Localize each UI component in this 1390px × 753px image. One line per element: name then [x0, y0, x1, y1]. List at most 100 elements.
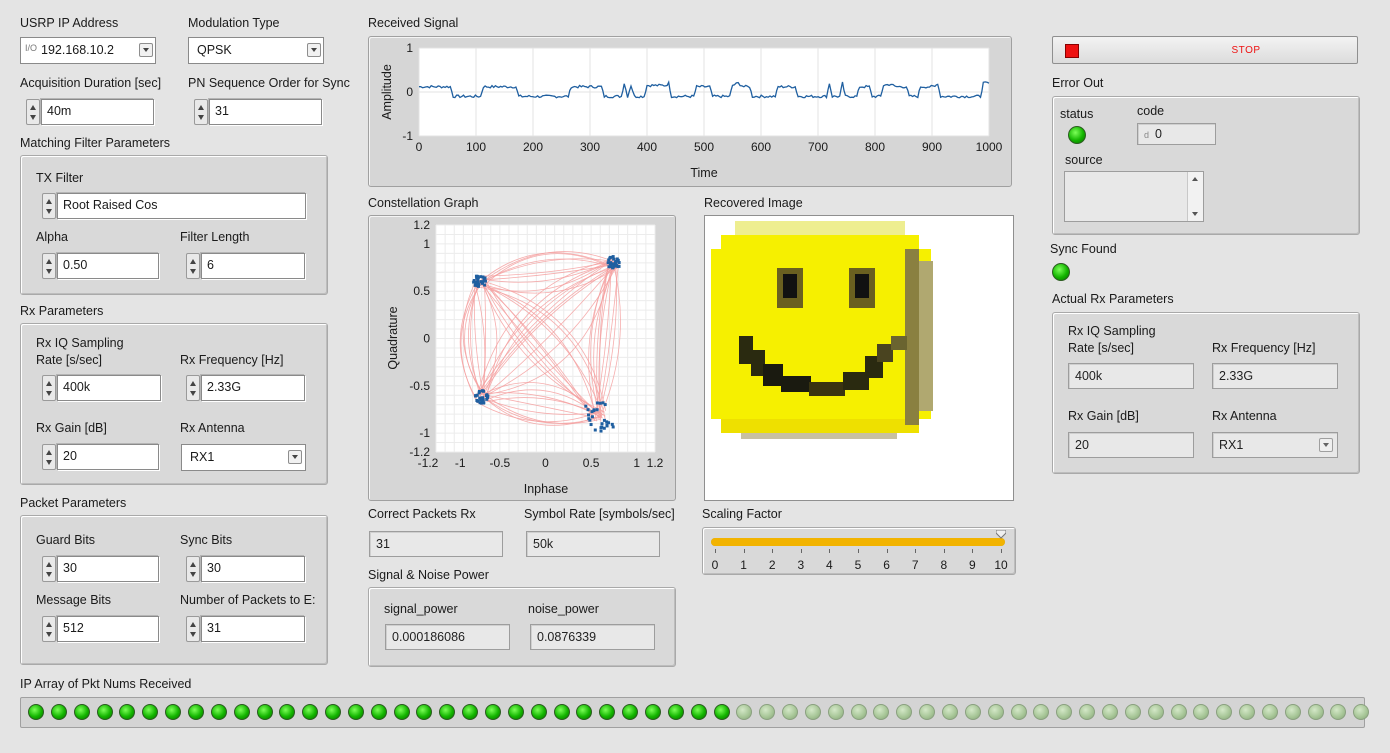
pkt-led [1010, 704, 1027, 720]
filter-length-input[interactable]: 6 [201, 253, 305, 279]
symbol-point [608, 262, 612, 266]
slider-tick-mark [743, 549, 745, 553]
y-axis-label: Quadrature [386, 306, 400, 369]
actual-rate-indicator: 400k [1068, 363, 1194, 389]
x-axis-label: Inphase [524, 482, 569, 496]
num-packets-input[interactable]: 31 [201, 616, 305, 642]
sync-bits-input[interactable]: 30 [201, 556, 305, 582]
slider-tick-label: 3 [797, 558, 805, 572]
message-bits-input[interactable]: 512 [57, 616, 159, 642]
acq-duration-input[interactable]: 40m [41, 99, 154, 125]
slider-tick-mark [943, 549, 945, 553]
chevron-down-icon[interactable] [307, 43, 321, 57]
pkt-led [1239, 704, 1256, 720]
scaling-factor-slider[interactable]: 0 1 2 3 4 5 6 7 8 9 10 [702, 527, 1016, 575]
actual-rate-label-2: Rate [s/sec] [1068, 341, 1134, 355]
num-packets-control[interactable]: 31 [186, 616, 306, 642]
sync-bits-control[interactable]: 30 [186, 556, 306, 582]
received-signal-chart: 0 100 200 300 400 500 600 700 800 900 1000 1 0 -1 Ti… [368, 36, 1012, 187]
slider-tick-mark [715, 549, 716, 553]
pkt-led [119, 704, 136, 720]
spin-arrows-icon[interactable] [186, 556, 200, 582]
pn-order-control[interactable]: 31 [194, 99, 324, 125]
pn-order-input[interactable]: 31 [209, 99, 322, 125]
symbol-point [476, 283, 480, 287]
matching-filter-title: Matching Filter Parameters [20, 136, 171, 150]
pkt-led [1193, 704, 1210, 720]
spin-arrows-icon[interactable] [194, 99, 208, 125]
spin-arrows-icon[interactable] [186, 253, 200, 279]
y-tick-label: 1 [423, 237, 430, 251]
usrp-ip-control[interactable]: I/O 192.168.10.2 [20, 37, 156, 64]
x-tick-label: 300 [580, 140, 600, 154]
filter-length-control[interactable]: 6 [186, 253, 306, 279]
correct-packets-label: Correct Packets Rx [368, 507, 476, 521]
alpha-label: Alpha [36, 230, 68, 244]
symbol-point [595, 408, 599, 412]
spin-arrows-icon[interactable] [186, 616, 200, 642]
symbol-point [610, 422, 614, 426]
spin-arrows-icon[interactable] [42, 253, 56, 279]
actual-gain-label: Rx Gain [dB] [1068, 409, 1139, 423]
x-tick-label: 700 [808, 140, 828, 154]
scroll-down-icon[interactable] [1192, 212, 1198, 216]
rx-gain-input[interactable]: 20 [57, 444, 159, 470]
acq-duration-control[interactable]: 40m [26, 99, 156, 125]
pkt-led [1284, 704, 1301, 720]
x-tick-label: 400 [637, 140, 657, 154]
chevron-down-icon [1319, 438, 1333, 452]
slider-tick-mark [829, 549, 831, 553]
modulation-label: Modulation Type [188, 16, 280, 30]
stop-button[interactable]: STOP [1052, 36, 1358, 64]
correct-packets-indicator: 31 [369, 531, 503, 557]
rx-rate-control[interactable]: 400k [42, 375, 162, 401]
rx-antenna-select[interactable]: RX1 [181, 444, 306, 471]
rx-freq-control[interactable]: 2.33G [186, 375, 306, 401]
tx-filter-input[interactable]: Root Raised Cos [57, 193, 306, 219]
scroll-up-icon[interactable] [1192, 177, 1198, 181]
modulation-select[interactable]: QPSK [188, 37, 324, 64]
pkt-led [919, 704, 936, 720]
chevron-down-icon[interactable] [288, 450, 302, 464]
y-tick-label: 1.2 [413, 218, 430, 232]
pkt-led [622, 704, 639, 720]
pkt-led [759, 704, 776, 720]
actual-freq-label: Rx Frequency [Hz] [1212, 341, 1316, 355]
usrp-ip-value: 192.168.10.2 [41, 43, 114, 57]
spin-arrows-icon[interactable] [42, 444, 56, 470]
symbol-point [589, 423, 593, 427]
spin-arrows-icon[interactable] [186, 375, 200, 401]
rx-freq-input[interactable]: 2.33G [201, 375, 305, 401]
spin-arrows-icon[interactable] [42, 375, 56, 401]
pkt-led [942, 704, 958, 720]
alpha-control[interactable]: 0.50 [42, 253, 160, 279]
message-bits-control[interactable]: 512 [42, 616, 160, 642]
alpha-input[interactable]: 0.50 [57, 253, 159, 279]
spin-arrows-icon[interactable] [26, 99, 40, 125]
constellation-plot: -1.2 -1 -0.5 0 0.5 1 1.2 1.210.50-0.5-1-1.2 In… [386, 218, 664, 496]
tx-filter-control[interactable]: Root Raised Cos [42, 193, 306, 219]
rx-gain-control[interactable]: 20 [42, 444, 160, 470]
num-packets-label: Number of Packets to E: [180, 593, 316, 607]
x-tick-label: 1 [633, 456, 640, 470]
source-scrollbar[interactable] [1187, 172, 1203, 221]
guard-bits-input[interactable]: 30 [57, 556, 159, 582]
y-tick-label: -1 [402, 129, 413, 143]
x-tick-label: 600 [751, 140, 771, 154]
pkt-led [873, 704, 890, 720]
pkt-led [1261, 704, 1278, 720]
symbol-point [611, 255, 615, 259]
chevron-down-icon[interactable] [139, 43, 153, 57]
spin-arrows-icon[interactable] [42, 616, 56, 642]
rx-rate-input[interactable]: 400k [57, 375, 161, 401]
pkt-led [1170, 704, 1187, 720]
actual-antenna-indicator: RX1 [1212, 432, 1338, 458]
guard-bits-control[interactable]: 30 [42, 556, 160, 582]
pkt-led [1216, 704, 1233, 720]
slider-tick-mark [858, 549, 859, 553]
pkt-led [1101, 704, 1118, 720]
spin-arrows-icon[interactable] [42, 193, 56, 219]
spin-arrows-icon[interactable] [42, 556, 56, 582]
symbol-rate-indicator: 50k [526, 531, 660, 557]
pkt-led [713, 704, 730, 720]
